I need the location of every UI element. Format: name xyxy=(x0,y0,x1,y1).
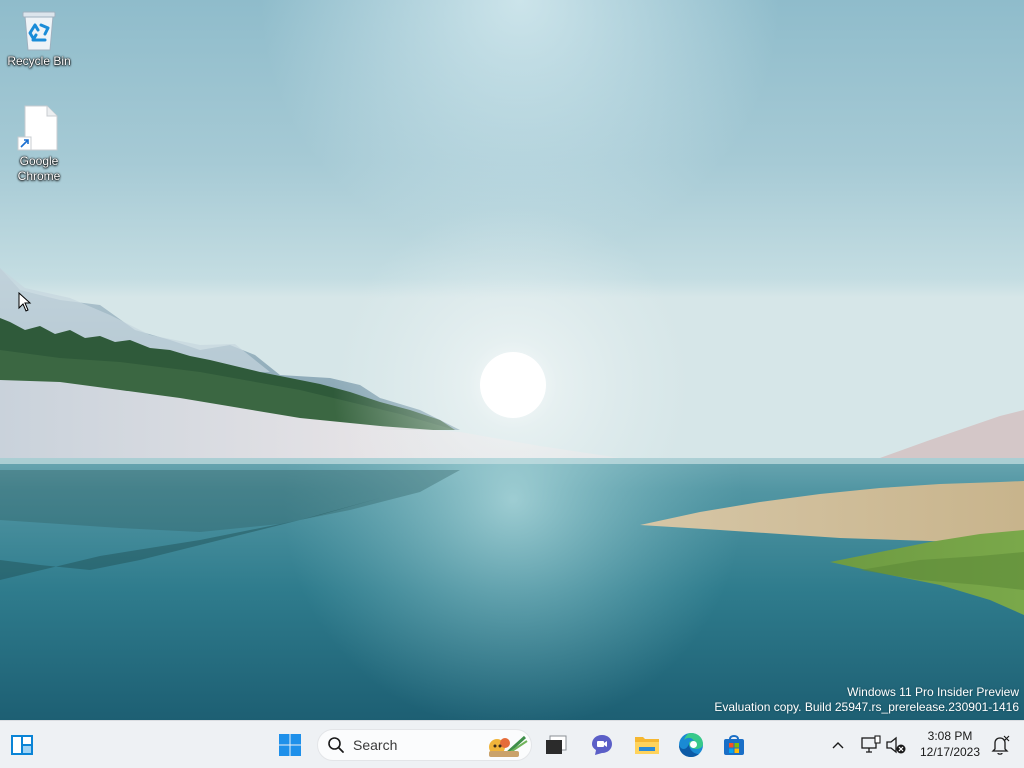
recycle-bin-icon xyxy=(22,11,56,51)
show-hidden-icons-button[interactable] xyxy=(826,730,850,760)
desktop[interactable]: Recycle Bin Google Chrome Windows 11 Pro… xyxy=(0,0,1024,720)
system-clock[interactable]: 3:08 PM 12/17/2023 xyxy=(912,728,988,762)
network-icon[interactable] xyxy=(858,733,882,757)
widgets-icon xyxy=(11,735,33,755)
store-icon xyxy=(724,735,744,755)
clock-date: 12/17/2023 xyxy=(919,745,981,759)
desktop-icon-recycle-bin[interactable]: Recycle Bin xyxy=(1,8,77,69)
watermark-edition: Windows 11 Pro Insider Preview xyxy=(847,685,1019,699)
watermark-build: Evaluation copy. Build 25947.rs_prerelea… xyxy=(714,700,1019,714)
task-view-icon xyxy=(546,735,567,754)
shortcut-file-icon xyxy=(17,105,58,151)
desktop-icon-label: Google Chrome xyxy=(17,154,61,183)
file-explorer-button[interactable] xyxy=(627,725,667,765)
mouse-pointer-icon xyxy=(18,292,32,312)
windows-logo-icon xyxy=(279,734,301,756)
widgets-button[interactable] xyxy=(2,725,42,765)
volume-muted-icon[interactable] xyxy=(884,733,908,757)
chat-icon xyxy=(592,735,612,755)
chevron-up-icon xyxy=(832,742,844,749)
chat-button[interactable] xyxy=(582,725,622,765)
task-view-button[interactable] xyxy=(536,725,576,765)
search-placeholder: Search xyxy=(353,737,398,753)
start-button[interactable] xyxy=(270,725,310,765)
taskbar-search-box[interactable]: Search xyxy=(317,729,532,761)
microsoft-store-button[interactable] xyxy=(714,725,754,765)
folder-icon xyxy=(635,737,659,754)
taskbar: Search 3:08 PM 12/17/2023 xyxy=(0,720,1024,768)
desktop-icon-google-chrome[interactable]: Google Chrome xyxy=(1,104,77,184)
notification-bell-icon[interactable] xyxy=(988,733,1012,757)
evaluation-watermark: Windows 11 Pro Insider Preview Evaluatio… xyxy=(714,685,1019,715)
search-icon xyxy=(328,737,344,753)
desktop-icon-label: Recycle Bin xyxy=(7,54,71,68)
edge-browser-button[interactable] xyxy=(671,725,711,765)
clock-time: 3:08 PM xyxy=(927,729,973,743)
wallpaper xyxy=(0,0,1024,720)
edge-icon xyxy=(679,733,703,757)
search-highlight-icon xyxy=(489,735,528,757)
